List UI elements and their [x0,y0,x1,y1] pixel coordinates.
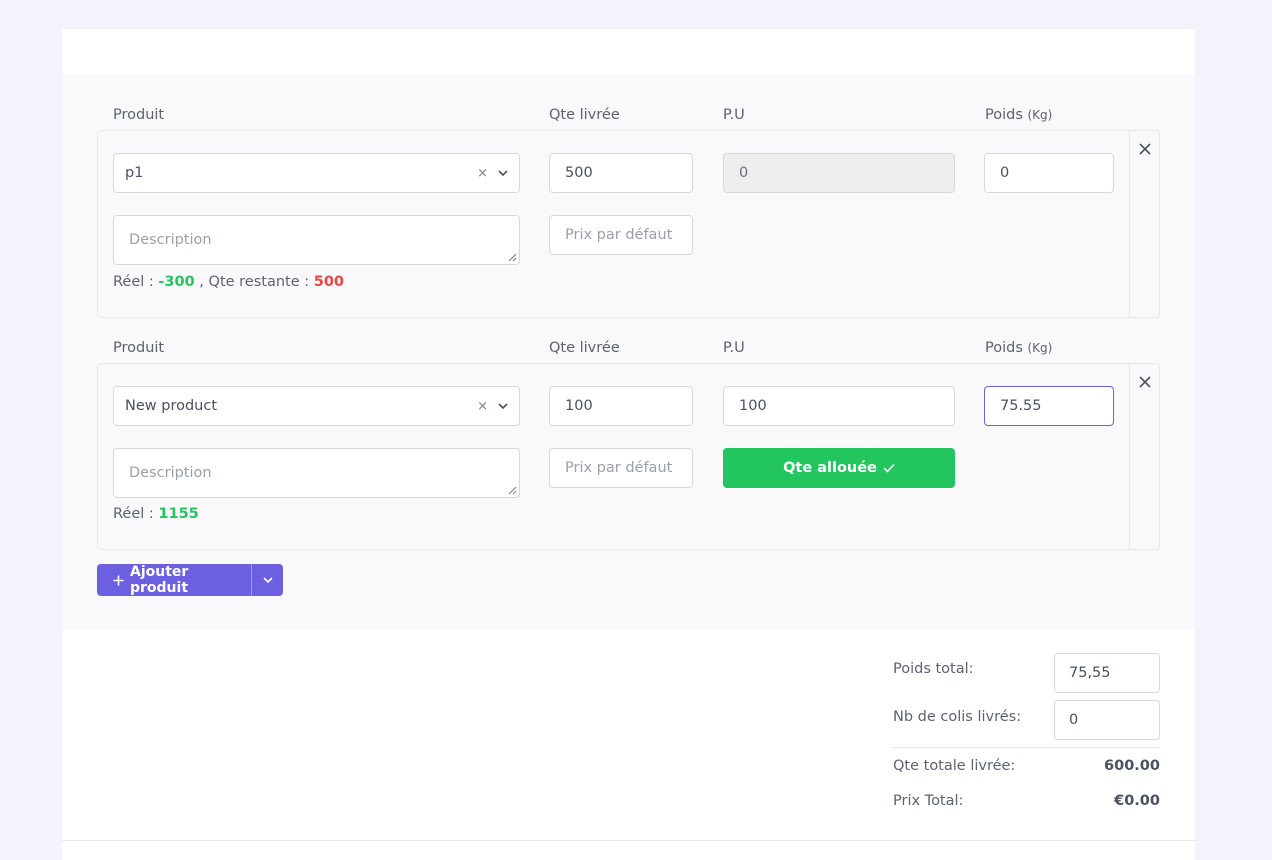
unit-price-input: 0 [723,153,955,193]
qty-allocated-button[interactable]: Qte allouée [723,448,955,488]
summary-divider [893,747,1160,748]
product-column-label: Produit [113,107,165,123]
total-qty-label: Qte totale livrée: [893,758,1016,774]
price-type-select[interactable]: Prix par défaut [549,215,693,255]
description-textarea[interactable]: Description [113,448,520,498]
total-weight-input[interactable]: 75,55 [1054,653,1160,693]
unit-price-column-label: P.U [723,107,745,123]
resize-grip-icon[interactable] [508,486,517,495]
weight-input[interactable]: 0 [984,153,1114,193]
add-product-label: Ajouter produit [129,564,189,596]
packages-delivered-input[interactable]: 0 [1054,700,1160,740]
product-line-2: New product × 100 100 75.55 Description … [97,363,1160,550]
qty-input[interactable]: 500 [549,153,693,193]
product-lines-area: Produit Qte livrée P.U Poids (Kg) p1 × 5… [62,74,1195,630]
product-select-value: New product [125,398,218,414]
reel-value: 1155 [158,506,199,522]
delivery-form-card: Produit Qte livrée P.U Poids (Kg) p1 × 5… [62,29,1195,860]
add-product-dropdown-toggle[interactable] [252,564,283,596]
chevron-down-icon[interactable] [498,169,508,177]
footer-divider [62,840,1195,841]
weight-input[interactable]: 75.55 [984,386,1114,426]
description-textarea[interactable]: Description [113,215,520,265]
price-type-select[interactable]: Prix par défaut [549,448,693,488]
stock-info-line: Réel : 1155 [113,506,199,522]
check-icon [883,463,895,473]
total-qty-value: 600.00 [1104,758,1160,774]
total-price-label: Prix Total: [893,793,964,809]
total-weight-label: Poids total: [893,661,974,677]
remove-line-close-icon[interactable] [1137,374,1153,390]
product-select[interactable]: p1 × [113,153,520,193]
resize-grip-icon[interactable] [508,253,517,262]
row-divider [1129,131,1130,317]
reel-label: Réel : [113,274,159,290]
chevron-down-icon [262,576,273,583]
plus-icon [113,575,124,585]
qty-input[interactable]: 100 [549,386,693,426]
clear-selection-icon[interactable]: × [477,399,488,414]
weight-column-label: Poids (Kg) [985,340,1053,356]
remaining-label: , Qte restante : [194,274,314,290]
total-price-value: €0.00 [1114,793,1160,809]
chevron-down-icon[interactable] [498,402,508,410]
qty-allocated-label: Qte allouée [783,460,877,476]
qty-column-label: Qte livrée [549,107,620,123]
add-product-split-button: Ajouter produit [97,564,283,596]
description-placeholder: Description [129,232,212,248]
product-select[interactable]: New product × [113,386,520,426]
qty-column-label: Qte livrée [549,340,620,356]
reel-value: -300 [158,274,195,290]
packages-delivered-label: Nb de colis livrés: [893,709,1022,725]
product-column-label: Produit [113,340,165,356]
weight-column-label: Poids (Kg) [985,107,1053,123]
stock-info-line: Réel : -300 , Qte restante : 500 [113,274,344,290]
row-divider [1129,364,1130,549]
remove-line-close-icon[interactable] [1137,141,1153,157]
reel-label: Réel : [113,506,159,522]
product-select-value: p1 [125,165,144,181]
clear-selection-icon[interactable]: × [477,166,488,181]
remaining-value: 500 [313,274,345,290]
product-line-1: p1 × 500 0 0 Description Prix par défaut… [97,130,1160,318]
add-product-button[interactable]: Ajouter produit [97,564,251,596]
unit-price-input[interactable]: 100 [723,386,955,426]
unit-price-column-label: P.U [723,340,745,356]
description-placeholder: Description [129,465,212,481]
